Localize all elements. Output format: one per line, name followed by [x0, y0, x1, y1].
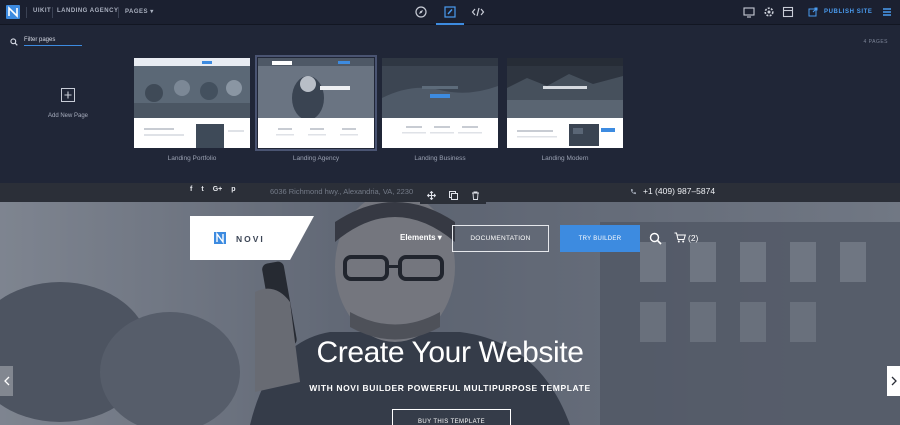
- thumbnail-preview: [258, 58, 374, 118]
- divider: [118, 7, 119, 18]
- elements-menu[interactable]: Elements ▾: [400, 233, 442, 242]
- social-links: f t G+ p: [190, 186, 236, 193]
- gear-icon[interactable]: [762, 5, 776, 19]
- plus-icon: [61, 88, 75, 102]
- trash-icon[interactable]: [471, 191, 480, 200]
- pages-menu-label: PAGES: [125, 9, 149, 15]
- page-thumbnail-landing-modern[interactable]: [507, 58, 623, 148]
- top-toolbar: UIKIT LANDING AGENCY PAGES ▾ PUBLISH SIT…: [0, 0, 900, 25]
- chevron-left-icon: [3, 376, 9, 386]
- facebook-icon[interactable]: f: [190, 186, 192, 193]
- page-thumbnail-landing-agency[interactable]: [255, 55, 377, 151]
- google-plus-icon[interactable]: G+: [213, 186, 223, 193]
- project-name[interactable]: LANDING AGENCY: [57, 8, 118, 14]
- filter-pages-input[interactable]: Filter pages: [24, 37, 82, 46]
- add-new-page-label: Add New Page: [47, 113, 89, 119]
- pages-panel: Filter pages 4 PAGES Add New Page Landin…: [0, 25, 900, 183]
- thumbnail-preview: [134, 58, 250, 118]
- page-label: Landing Portfolio: [167, 155, 217, 162]
- thumbnail-content: [382, 118, 498, 148]
- app-name[interactable]: UIKIT: [33, 8, 51, 14]
- duplicate-icon[interactable]: [448, 191, 458, 200]
- pages-menu[interactable]: PAGES ▾: [125, 8, 154, 15]
- divider: [26, 7, 27, 18]
- documentation-button[interactable]: DOCUMENTATION: [452, 225, 549, 252]
- page-label: Landing Agency: [292, 155, 340, 162]
- twitter-icon[interactable]: t: [201, 186, 203, 193]
- pinterest-icon[interactable]: p: [231, 186, 235, 193]
- device-icon[interactable]: [742, 5, 756, 19]
- cart-icon: [674, 232, 686, 243]
- address-text: 6036 Richmond hwy., Alexandria, VA, 2230: [270, 187, 414, 196]
- thumbnail-content: [507, 118, 623, 148]
- phone-contact[interactable]: +1 (409) 987–5874: [630, 186, 715, 196]
- thumbnail-preview: [382, 58, 498, 118]
- code-icon[interactable]: [471, 5, 485, 19]
- elements-menu-label: Elements: [400, 233, 436, 242]
- buy-template-button[interactable]: BUY THIS TEMPLATE: [392, 409, 511, 425]
- filter-pages-field[interactable]: Filter pages: [10, 37, 82, 46]
- external-link-icon: [808, 7, 818, 17]
- cart-button[interactable]: (2): [674, 232, 698, 243]
- edit-icon[interactable]: [443, 5, 457, 19]
- hamburger-icon[interactable]: [880, 5, 894, 19]
- page-thumbnail-landing-business[interactable]: [382, 58, 498, 148]
- try-builder-button[interactable]: TRY BUILDER: [560, 225, 640, 252]
- page-thumbnail-landing-portfolio[interactable]: [134, 58, 250, 148]
- slider-next-button[interactable]: [887, 366, 900, 396]
- page-label: Landing Modern: [541, 155, 589, 162]
- search-icon[interactable]: [649, 232, 662, 245]
- compass-icon[interactable]: [414, 5, 428, 19]
- search-icon: [10, 37, 18, 46]
- element-edit-toolbar: [420, 187, 486, 204]
- thumbnail-preview: [507, 58, 623, 118]
- novi-logo-icon[interactable]: [6, 5, 20, 19]
- add-new-page-button[interactable]: Add New Page: [46, 88, 90, 119]
- cart-count: (2): [688, 232, 699, 243]
- publish-site-button[interactable]: PUBLISH SITE: [808, 5, 873, 19]
- pages-count: 4 PAGES: [863, 39, 888, 45]
- thumbnail-content: [134, 118, 250, 148]
- hero-subtitle: WITH NOVI BUILDER POWERFUL MULTIPURPOSE …: [309, 383, 591, 393]
- divider: [52, 7, 53, 18]
- slider-prev-button[interactable]: [0, 366, 13, 396]
- publish-site-label: PUBLISH SITE: [824, 9, 873, 15]
- phone-icon: [631, 188, 636, 194]
- site-logo-text: NOVI: [236, 234, 265, 244]
- archive-icon[interactable]: [781, 5, 795, 19]
- chevron-right-icon: [891, 376, 897, 386]
- thumbnail-content: [258, 118, 374, 148]
- page-label: Landing Business: [414, 155, 466, 162]
- phone-number: +1 (409) 987–5874: [643, 186, 716, 196]
- hero-title: Create Your Website: [316, 336, 584, 369]
- move-icon[interactable]: [426, 191, 436, 200]
